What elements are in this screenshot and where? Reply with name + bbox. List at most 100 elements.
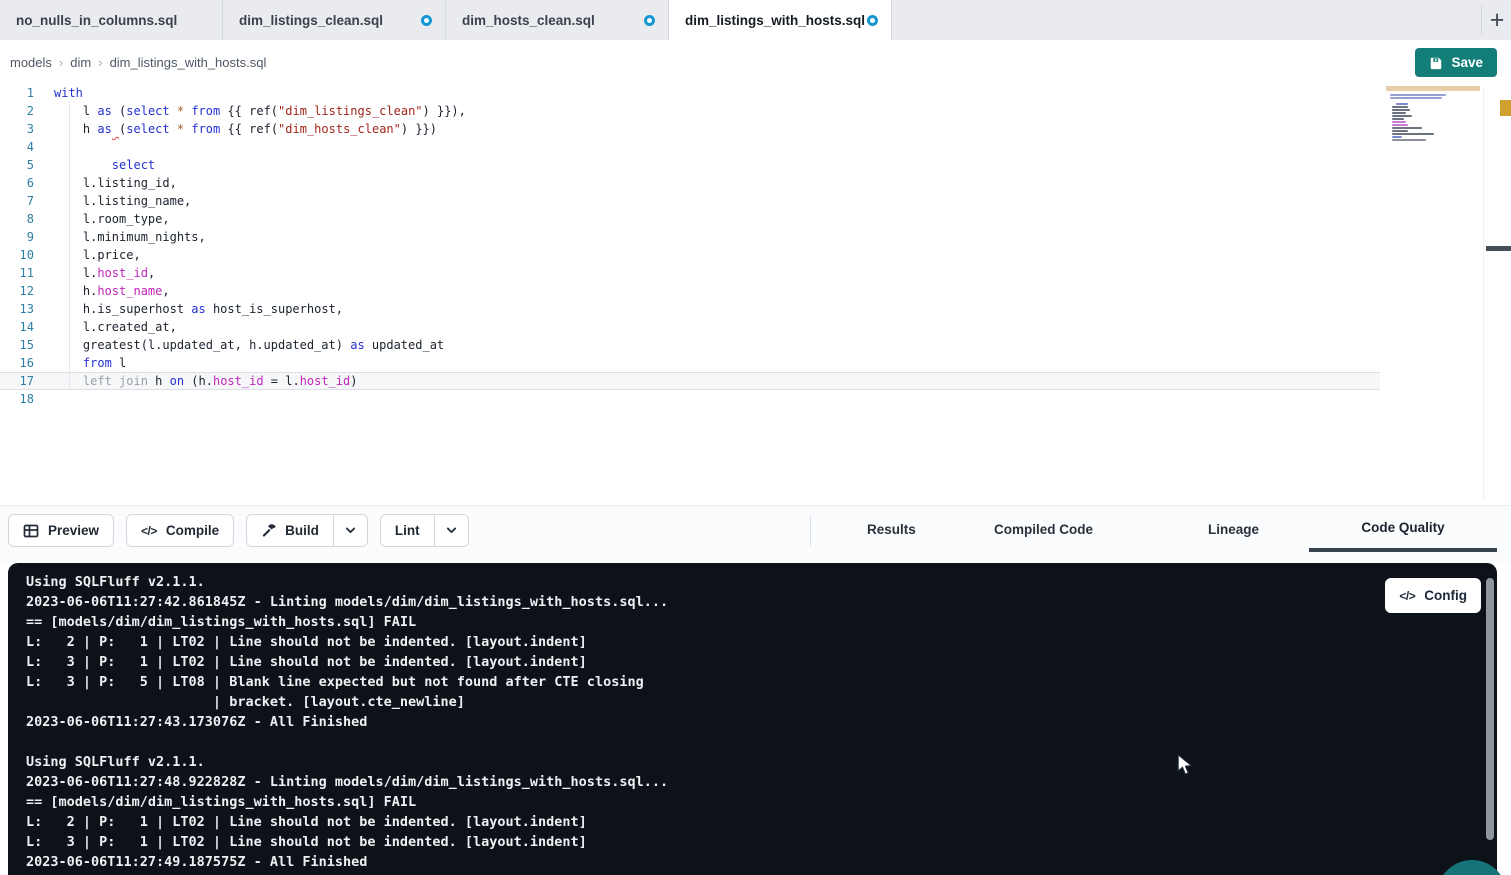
code-line-18[interactable]: 18: [0, 390, 1380, 408]
breadcrumb-separator-icon: ›: [59, 55, 63, 70]
code-line-2[interactable]: 2 l as (select * from {{ ref("dim_listin…: [0, 102, 1380, 120]
compile-button-label: Compile: [166, 523, 219, 538]
line-number: 13: [0, 300, 34, 318]
tab-compiled-code[interactable]: Compiled Code: [994, 506, 1093, 552]
build-button[interactable]: Build: [247, 515, 333, 546]
code-line-16[interactable]: 16 from l: [0, 354, 1380, 372]
save-icon: [1429, 56, 1443, 70]
code-line-8[interactable]: 8 l.room_type,: [0, 210, 1380, 228]
tab-strip: no_nulls_in_columns.sql dim_listings_clea…: [0, 0, 892, 40]
minimap-line: [1392, 115, 1412, 117]
line-number: 11: [0, 264, 34, 282]
line-number: 9: [0, 228, 34, 246]
lint-button-label: Lint: [395, 523, 420, 538]
breadcrumb-segment-2[interactable]: dim_listings_with_hosts.sql: [110, 55, 267, 70]
code-line-text: l.created_at,: [54, 318, 177, 336]
tab-code-quality[interactable]: Code Quality: [1309, 506, 1497, 552]
line-number: 2: [0, 102, 34, 120]
config-button[interactable]: </> Config: [1385, 578, 1481, 613]
build-dropdown-button[interactable]: [333, 515, 367, 546]
editor-tab-label: dim_listings_clean.sql: [239, 13, 383, 28]
scrollbar-warning-marker: [1500, 100, 1511, 116]
grid-icon: [23, 523, 39, 539]
minimap-line: [1392, 139, 1426, 141]
breadcrumb-separator-icon: ›: [98, 55, 102, 70]
lint-button[interactable]: Lint: [381, 515, 434, 546]
minimap[interactable]: [1386, 86, 1482, 142]
code-line-text: l.listing_id,: [54, 174, 177, 192]
lint-output-terminal: Using SQLFluff v2.1.1. 2023-06-06T11:27:…: [8, 563, 1497, 875]
minimap-line: [1396, 103, 1408, 105]
minimap-line: [1392, 127, 1422, 129]
code-line-text: l.room_type,: [54, 210, 170, 228]
editor-tab-label: dim_hosts_clean.sql: [462, 13, 595, 28]
code-line-9[interactable]: 9 l.minimum_nights,: [0, 228, 1380, 246]
line-number: 8: [0, 210, 34, 228]
save-button[interactable]: Save: [1415, 48, 1497, 77]
minimap-line: [1392, 130, 1408, 132]
line-number: 6: [0, 174, 34, 192]
editor-tab-2[interactable]: dim_hosts_clean.sql: [446, 0, 669, 40]
code-line-text: l.price,: [54, 246, 141, 264]
editor-tab-3[interactable]: dim_listings_with_hosts.sql: [669, 0, 892, 40]
code-line-text: left join h on (h.host_id = l.host_id): [54, 372, 358, 390]
code-line-6[interactable]: 6 l.listing_id,: [0, 174, 1380, 192]
code-line-text: l.listing_name,: [54, 192, 191, 210]
code-line-15[interactable]: 15 greatest(l.updated_at, h.updated_at) …: [0, 336, 1380, 354]
code-line-3[interactable]: 3 h as (select * from {{ ref("dim_hosts_…: [0, 120, 1380, 138]
code-editor[interactable]: 1with2 l as (select * from {{ ref("dim_l…: [0, 84, 1511, 505]
line-number: 16: [0, 354, 34, 372]
tab-bar: no_nulls_in_columns.sql dim_listings_clea…: [0, 0, 1511, 40]
editor-scrollbar-thumb[interactable]: [1486, 246, 1511, 251]
editor-tab-0[interactable]: no_nulls_in_columns.sql: [0, 0, 223, 40]
code-line-4[interactable]: 4: [0, 138, 1380, 156]
code-lines: 1with2 l as (select * from {{ ref("dim_l…: [0, 84, 1380, 408]
code-line-12[interactable]: 12 h.host_name,: [0, 282, 1380, 300]
minimap-line: [1392, 121, 1406, 123]
code-line-5[interactable]: 5 select: [0, 156, 1380, 174]
tab-lineage[interactable]: Lineage: [1208, 506, 1259, 552]
editor-tab-label: no_nulls_in_columns.sql: [16, 13, 177, 28]
build-button-label: Build: [285, 523, 319, 538]
line-number: 15: [0, 336, 34, 354]
minimap-line: [1392, 133, 1434, 135]
editor-tab-label: dim_listings_with_hosts.sql: [685, 13, 865, 28]
line-number: 4: [0, 138, 34, 156]
code-icon: </>: [1399, 589, 1415, 603]
editor-tab-1[interactable]: dim_listings_clean.sql: [223, 0, 446, 40]
editor-right-divider: [1483, 86, 1484, 500]
config-button-label: Config: [1424, 588, 1467, 603]
code-line-14[interactable]: 14 l.created_at,: [0, 318, 1380, 336]
new-tab-button[interactable]: +: [1483, 0, 1511, 40]
code-line-10[interactable]: 10 l.price,: [0, 246, 1380, 264]
code-icon: </>: [141, 524, 157, 538]
minimap-highlight-band: [1386, 86, 1480, 91]
breadcrumb: models › dim › dim_listings_with_hosts.sql: [10, 40, 266, 84]
code-line-7[interactable]: 7 l.listing_name,: [0, 192, 1380, 210]
code-line-text: l as (select * from {{ ref("dim_listings…: [54, 102, 466, 120]
code-line-1[interactable]: 1with: [0, 84, 1380, 102]
unsaved-changes-icon: [421, 15, 432, 26]
breadcrumb-segment-0[interactable]: models: [10, 55, 52, 70]
code-line-text: h as (select * from {{ ref("dim_hosts_cl…: [54, 120, 437, 138]
code-line-text: with: [54, 84, 83, 102]
code-line-13[interactable]: 13 h.is_superhost as host_is_superhost,: [0, 300, 1380, 318]
help-bubble-button[interactable]: [1437, 860, 1507, 875]
tab-results[interactable]: Results: [867, 506, 916, 552]
code-line-11[interactable]: 11 l.host_id,: [0, 264, 1380, 282]
lint-button-group: Lint: [380, 514, 469, 547]
preview-button[interactable]: Preview: [9, 515, 113, 546]
code-line-text: h.is_superhost as host_is_superhost,: [54, 300, 343, 318]
compile-button[interactable]: </> Compile: [127, 515, 233, 546]
save-button-label: Save: [1451, 55, 1483, 70]
dbt-ide-window: no_nulls_in_columns.sql dim_listings_clea…: [0, 0, 1511, 875]
terminal-scrollbar-thumb[interactable]: [1486, 578, 1494, 840]
hammer-icon: [261, 523, 276, 538]
build-button-group: Build: [246, 514, 368, 547]
code-line-17[interactable]: 17 left join h on (h.host_id = l.host_id…: [0, 372, 1380, 390]
breadcrumb-segment-1[interactable]: dim: [70, 55, 91, 70]
line-number: 14: [0, 318, 34, 336]
line-number: 12: [0, 282, 34, 300]
lint-dropdown-button[interactable]: [434, 515, 468, 546]
file-header: models › dim › dim_listings_with_hosts.sql S…: [0, 40, 1511, 84]
